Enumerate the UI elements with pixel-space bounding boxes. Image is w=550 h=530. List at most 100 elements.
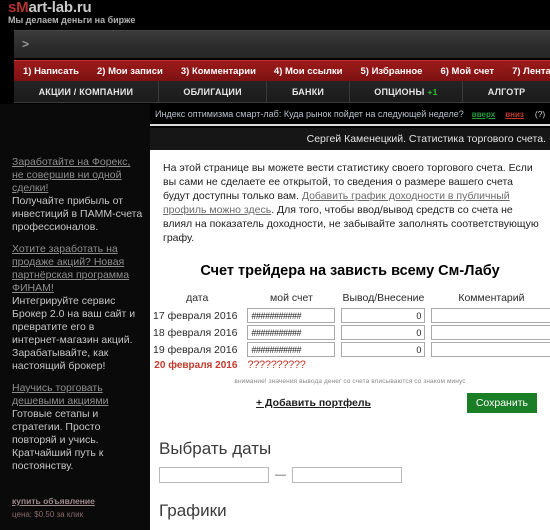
table-row-today: 20 февраля 2016??????????: [150, 358, 550, 372]
section-nav-item-5[interactable]: АЛГОТР: [463, 81, 550, 102]
section-nav-item-1[interactable]: АКЦИИ / КОМПАНИИ: [14, 81, 159, 102]
row-withdraw-cell: [338, 324, 428, 341]
page-title-bar: Сергей Каменецкий. Статистика торгового …: [150, 128, 550, 150]
row-date: 17 февраля 2016: [153, 309, 238, 322]
date-from-input[interactable]: [159, 467, 269, 483]
section-nav-label: БАНКИ: [291, 86, 325, 97]
withdraw-input[interactable]: [341, 308, 426, 323]
comment-input[interactable]: [431, 325, 550, 340]
sidebar-ad-body: Получайте прибыль от инвестиций в ПАММ-с…: [12, 195, 143, 233]
today-comment-cell: [428, 358, 550, 372]
row-account-cell: [244, 341, 338, 358]
vote-down-link[interactable]: вниз: [505, 110, 524, 119]
user-nav-item-2[interactable]: 2) Мои записи: [88, 66, 172, 77]
charts-heading: Графики: [159, 501, 227, 520]
sidebar-ad-body: Готовые сетапы и стратегии. Просто повто…: [12, 408, 104, 472]
account-value-input[interactable]: [247, 308, 336, 323]
row-comment-cell: [428, 324, 550, 341]
add-portfolio-link[interactable]: + Добавить портфель: [256, 397, 371, 409]
sidebar-ad-3: Научись торговать дешевыми акциями Готовы…: [12, 382, 144, 473]
withdraw-warning: внимание! значения вывода денег со счета…: [234, 378, 466, 385]
page-root: sMart-lab.ru Мы делаем деньги на бирже >…: [0, 0, 550, 530]
comment-input[interactable]: [431, 342, 550, 357]
section-nav-label: АКЦИИ / КОМПАНИИ: [38, 86, 134, 97]
account-table: дата мой счет Вывод/Внесение Комментарий…: [150, 292, 550, 372]
row-date: 19 февраля 2016: [153, 343, 238, 356]
date-range-separator: —: [275, 469, 286, 481]
optimism-index-bar: Индекс оптимизма смарт-лаб: Куда рынок п…: [150, 104, 550, 126]
user-nav-item-5[interactable]: 5) Избранное: [352, 66, 432, 77]
row-account-cell: [244, 307, 338, 324]
date-to-input[interactable]: [292, 467, 402, 483]
site-title-rest: art-lab.ru: [28, 0, 92, 16]
section-nav-item-4[interactable]: ОПЦИОНЫ +1: [350, 81, 464, 102]
row-withdraw-cell: [338, 341, 428, 358]
table-row: 17 февраля 2016: [150, 307, 550, 324]
sidebar-ads: Заработайте на Форекс, не совершив ни од…: [12, 156, 144, 473]
page-title: Сергей Каменецкий. Статистика торгового …: [306, 133, 546, 145]
vote-up-link[interactable]: вверх: [472, 110, 495, 119]
today-account-cell: ??????????: [244, 358, 338, 372]
user-nav-item-1[interactable]: 1) Написать: [14, 66, 88, 77]
section-nav-item-3[interactable]: БАНКИ: [267, 81, 350, 102]
site-title: sMart-lab.ru: [8, 0, 92, 16]
optimism-question: Индекс оптимизма смарт-лаб: Куда рынок п…: [155, 109, 464, 119]
help-icon[interactable]: (?): [535, 109, 545, 119]
user-nav-item-6[interactable]: 6) Мой счет: [431, 66, 503, 77]
site-tagline: Мы делаем деньги на бирже: [8, 15, 136, 25]
row-withdraw-cell: [338, 307, 428, 324]
today-date: 20 февраля 2016: [154, 359, 238, 371]
user-nav-item-7[interactable]: 7) Лента друзей: [503, 66, 550, 77]
user-nav-item-4[interactable]: 4) Мои ссылки: [265, 66, 352, 77]
account-table-head: дата мой счет Вывод/Внесение Комментарий: [150, 292, 550, 307]
today-withdraw-cell: [338, 358, 428, 372]
sidebar-ad-2: Хотите заработать на продаже акций? Нова…: [12, 243, 144, 373]
breadcrumb-bar: >: [14, 30, 550, 58]
section-nav: АКЦИИ / КОМПАНИИ ОБЛИГАЦИИ БАНКИ ОПЦИОНЫ +1 А…: [14, 81, 550, 103]
section-nav-label: АЛГОТР: [487, 86, 526, 97]
intro-paragraph: На этой странице вы можете вести статист…: [163, 161, 541, 245]
date-range-row: —: [159, 467, 550, 483]
row-date: 18 февраля 2016: [153, 326, 238, 339]
sidebar: Заработайте на Форекс, не совершив ни од…: [0, 104, 150, 530]
site-brand: sMart-lab.ru Мы делаем деньги на бирже: [0, 0, 550, 28]
col-date: дата: [186, 292, 209, 304]
main-content: На этой странице вы можете вести статист…: [150, 150, 550, 530]
sidebar-ad-headline[interactable]: Хотите заработать на продаже акций? Нова…: [12, 243, 144, 295]
withdraw-input[interactable]: [341, 325, 426, 340]
section-nav-label: ОБЛИГАЦИИ: [183, 86, 242, 97]
section-nav-item-2[interactable]: ОБЛИГАЦИИ: [159, 81, 268, 102]
form-actions: + Добавить портфель Сохранить: [150, 393, 550, 421]
buy-ad-price: цена: $0.50 за клик: [12, 510, 84, 519]
account-table-body: 17 февраля 2016 18 февраля 2016 19 февраля…: [150, 307, 550, 372]
table-row: 18 февраля 2016: [150, 324, 550, 341]
save-button[interactable]: Сохранить: [466, 393, 537, 413]
row-comment-cell: [428, 341, 550, 358]
withdraw-input[interactable]: [341, 342, 426, 357]
sidebar-ad-body: Интегрируйте сервис Брокер 2.0 на ваш са…: [12, 295, 136, 372]
comment-input[interactable]: [431, 308, 550, 323]
chevron-right-icon: >: [22, 37, 30, 51]
today-account-pending: ??????????: [247, 359, 306, 371]
col-account: мой счет: [270, 292, 313, 304]
account-value-input[interactable]: [247, 342, 336, 357]
user-nav: 1) Написать 2) Мои записи 3) Комментарии 4)…: [14, 60, 550, 81]
col-withdraw: Вывод/Внесение: [342, 292, 425, 304]
buy-ad-block: купить объявление цена: $0.50 за клик: [12, 495, 144, 521]
sidebar-ad-headline[interactable]: Научись торговать дешевыми акциями: [12, 382, 144, 408]
site-title-accent: sM: [8, 0, 29, 16]
sidebar-ad-1: Заработайте на Форекс, не совершив ни од…: [12, 156, 144, 234]
sidebar-ad-headline[interactable]: Заработайте на Форекс, не совершив ни од…: [12, 156, 144, 195]
section-nav-label: ОПЦИОНЫ: [374, 86, 425, 97]
buy-ad-link[interactable]: купить объявление: [12, 495, 144, 508]
account-value-input[interactable]: [247, 325, 336, 340]
portfolio-title: Счет трейдера на зависть всему См-Лабу: [200, 263, 500, 279]
col-comment: Комментарий: [458, 292, 525, 304]
section-nav-badge: +1: [427, 86, 438, 97]
row-comment-cell: [428, 307, 550, 324]
table-header-row: дата мой счет Вывод/Внесение Комментарий: [150, 292, 550, 307]
user-nav-item-3[interactable]: 3) Комментарии: [172, 66, 265, 77]
select-dates-heading: Выбрать даты: [159, 439, 272, 458]
row-account-cell: [244, 324, 338, 341]
table-row: 19 февраля 2016: [150, 341, 550, 358]
